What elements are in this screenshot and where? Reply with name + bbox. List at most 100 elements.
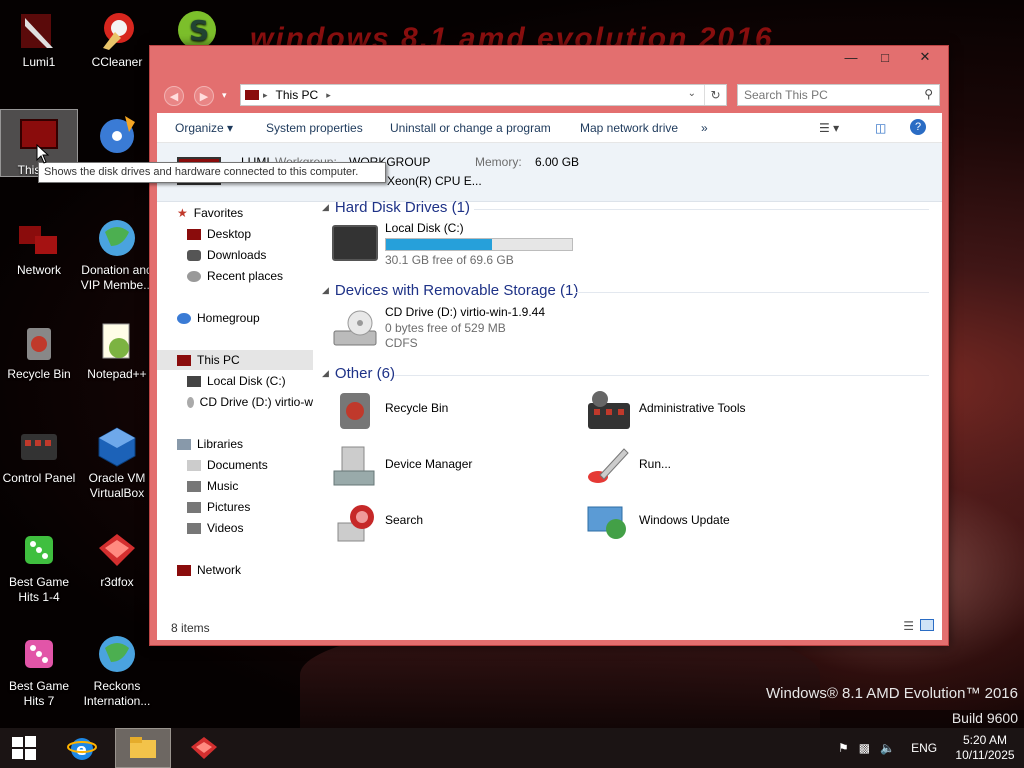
item-count: 8 items xyxy=(171,621,210,635)
breadcrumb-this-pc[interactable]: This PC xyxy=(276,88,319,102)
nav-homegroup[interactable]: Homegroup xyxy=(157,308,313,328)
internet-explorer-button[interactable]: e xyxy=(58,728,106,768)
nav-documents[interactable]: Documents xyxy=(157,455,313,475)
start-button[interactable] xyxy=(0,728,48,768)
nav-pictures[interactable]: Pictures xyxy=(157,497,313,517)
details-view-icon[interactable]: ☰ xyxy=(903,619,914,633)
preview-pane-icon[interactable]: ◫ xyxy=(875,121,886,135)
mouse-cursor-icon xyxy=(36,143,50,167)
local-disk-free-space: 30.1 GB free of 69.6 GB xyxy=(385,253,514,267)
map-network-drive-button[interactable]: Map network drive xyxy=(580,121,678,135)
memory-label: Memory: xyxy=(475,155,522,169)
run-item[interactable]: Run... xyxy=(586,441,816,489)
search-input[interactable]: Search This PC ⚲ xyxy=(737,84,940,106)
volume-muted-icon[interactable]: 🔈 xyxy=(880,741,895,755)
device-manager-item[interactable]: Device Manager xyxy=(332,441,562,489)
desktop-icon-virtualbox[interactable]: Oracle VM VirtualBox xyxy=(78,418,156,501)
minimize-button[interactable]: — xyxy=(834,46,868,68)
os-brand-text: Windows® 8.1 AMD Evolution™ 2016 xyxy=(765,685,1018,702)
windows-update-icon xyxy=(586,501,632,546)
maximize-button[interactable]: □ xyxy=(868,46,902,68)
music-icon xyxy=(187,480,201,492)
collapse-icon[interactable]: ◢ xyxy=(322,368,329,379)
desktop-icon-best-game-hits-7[interactable]: Best Game Hits 7 xyxy=(0,626,78,709)
nav-favorites[interactable]: ★ Favorites xyxy=(157,203,313,223)
search-icon[interactable]: ⚲ xyxy=(924,87,933,101)
forward-button[interactable]: ▶ xyxy=(194,86,214,106)
recent-locations-chevron-icon[interactable]: ▾ xyxy=(222,90,227,101)
ccleaner-icon xyxy=(95,8,139,52)
disk-icon xyxy=(187,375,201,387)
more-commands-button[interactable]: » xyxy=(701,121,708,135)
desktop-icon-recycle-bin[interactable]: Recycle Bin xyxy=(0,314,78,382)
desktop-icon-donation[interactable]: Donation and VIP Membe... xyxy=(78,210,156,293)
desktop-icon-notepadpp[interactable]: Notepad++ xyxy=(78,314,156,382)
run-icon xyxy=(586,445,632,490)
cd-drive-free-space: 0 bytes free of 529 MB xyxy=(385,321,506,335)
input-language[interactable]: ENG xyxy=(911,741,937,755)
nav-libraries[interactable]: Libraries xyxy=(157,434,313,454)
refresh-icon[interactable]: ↻ xyxy=(704,85,726,105)
desktop-icon-network[interactable]: Network xyxy=(0,210,78,278)
desktop-icon-reckons[interactable]: Reckons Internation... xyxy=(78,626,156,709)
search-label: Search xyxy=(385,513,424,527)
desktop-folder-icon xyxy=(187,228,201,240)
control-panel-icon xyxy=(17,424,61,468)
address-bar[interactable]: ▸ This PC ▸ ⌄ ↻ xyxy=(240,84,727,106)
cd-drive-item[interactable]: CD Drive (D:) virtio-win-1.9.44 0 bytes … xyxy=(332,305,582,353)
breadcrumb-arrow-icon[interactable]: ▸ xyxy=(326,90,331,101)
nav-this-pc[interactable]: This PC xyxy=(157,350,313,370)
desktop-icon-label: Recycle Bin xyxy=(7,367,71,381)
administrative-tools-item[interactable]: Administrative Tools xyxy=(586,385,816,433)
group-header-other[interactable]: ◢ Other (6) xyxy=(322,365,929,382)
network-icon xyxy=(17,216,61,260)
status-bar: 8 items ☰ xyxy=(157,612,942,640)
administrative-tools-icon xyxy=(586,389,632,434)
nav-music[interactable]: Music xyxy=(157,476,313,496)
change-view-icon[interactable]: ☰ ▾ xyxy=(819,121,839,135)
collapse-icon[interactable]: ◢ xyxy=(322,285,329,296)
local-disk-item[interactable]: Local Disk (C:) 30.1 GB free of 69.6 GB xyxy=(332,221,582,267)
desktop-icon-label: CCleaner xyxy=(91,55,143,69)
large-icons-view-icon[interactable] xyxy=(920,619,934,631)
nav-desktop[interactable]: Desktop xyxy=(157,224,313,244)
desktop-icon-control-panel[interactable]: Control Panel xyxy=(0,418,78,486)
group-header-hard-disk-drives[interactable]: ◢ Hard Disk Drives (1) xyxy=(322,199,929,216)
windows-update-item[interactable]: Windows Update xyxy=(586,497,816,545)
nav-recent-places[interactable]: Recent places xyxy=(157,266,313,286)
network-status-icon[interactable]: ▩ xyxy=(859,741,870,755)
desktop-icon-lumi1[interactable]: Lumi1 xyxy=(0,2,78,70)
desktop-icon-r3dfox[interactable]: r3dfox xyxy=(78,522,156,590)
system-properties-button[interactable]: System properties xyxy=(266,121,363,135)
group-header-removable-storage[interactable]: ◢ Devices with Removable Storage (1) xyxy=(322,282,929,299)
r3dfox-taskbar-button[interactable] xyxy=(180,728,228,768)
flag-icon[interactable]: ⚑ xyxy=(838,741,849,755)
close-button[interactable]: ✕ xyxy=(902,46,948,68)
collapse-icon[interactable]: ◢ xyxy=(322,202,329,213)
libraries-icon xyxy=(177,438,191,450)
desktop-icon-best-game-hits-1-4[interactable]: Best Game Hits 1-4 xyxy=(0,522,78,605)
uninstall-program-button[interactable]: Uninstall or change a program xyxy=(390,121,551,135)
nav-videos[interactable]: Videos xyxy=(157,518,313,538)
help-icon[interactable]: ? xyxy=(910,119,926,135)
clock[interactable]: 5:20 AM 10/11/2025 xyxy=(950,728,1020,768)
processor-value: Xeon(R) CPU E... xyxy=(387,174,482,188)
recycle-bin-icon xyxy=(336,389,374,434)
nav-network[interactable]: Network xyxy=(157,560,313,580)
back-button[interactable]: ◀ xyxy=(164,86,184,106)
search-item[interactable]: Search xyxy=(332,497,562,545)
internet-explorer-icon: e xyxy=(67,738,97,760)
recycle-bin-item[interactable]: Recycle Bin xyxy=(332,385,562,433)
file-explorer-button[interactable] xyxy=(115,728,171,768)
nav-downloads[interactable]: Downloads xyxy=(157,245,313,265)
cd-drive-name: CD Drive (D:) virtio-win-1.9.44 xyxy=(385,305,546,319)
nav-cd-drive[interactable]: CD Drive (D:) virtio-w xyxy=(157,392,313,412)
address-dropdown-icon[interactable]: ⌄ xyxy=(688,88,696,99)
dice-green-icon xyxy=(17,528,61,572)
organize-menu[interactable]: Organize ▾ xyxy=(175,121,233,135)
videos-icon xyxy=(187,522,201,534)
desktop-icon-ccleaner[interactable]: CCleaner xyxy=(78,2,156,70)
nav-local-disk[interactable]: Local Disk (C:) xyxy=(157,371,313,391)
breadcrumb-arrow-icon[interactable]: ▸ xyxy=(263,90,268,101)
desktop-icon-media[interactable] xyxy=(78,106,156,159)
